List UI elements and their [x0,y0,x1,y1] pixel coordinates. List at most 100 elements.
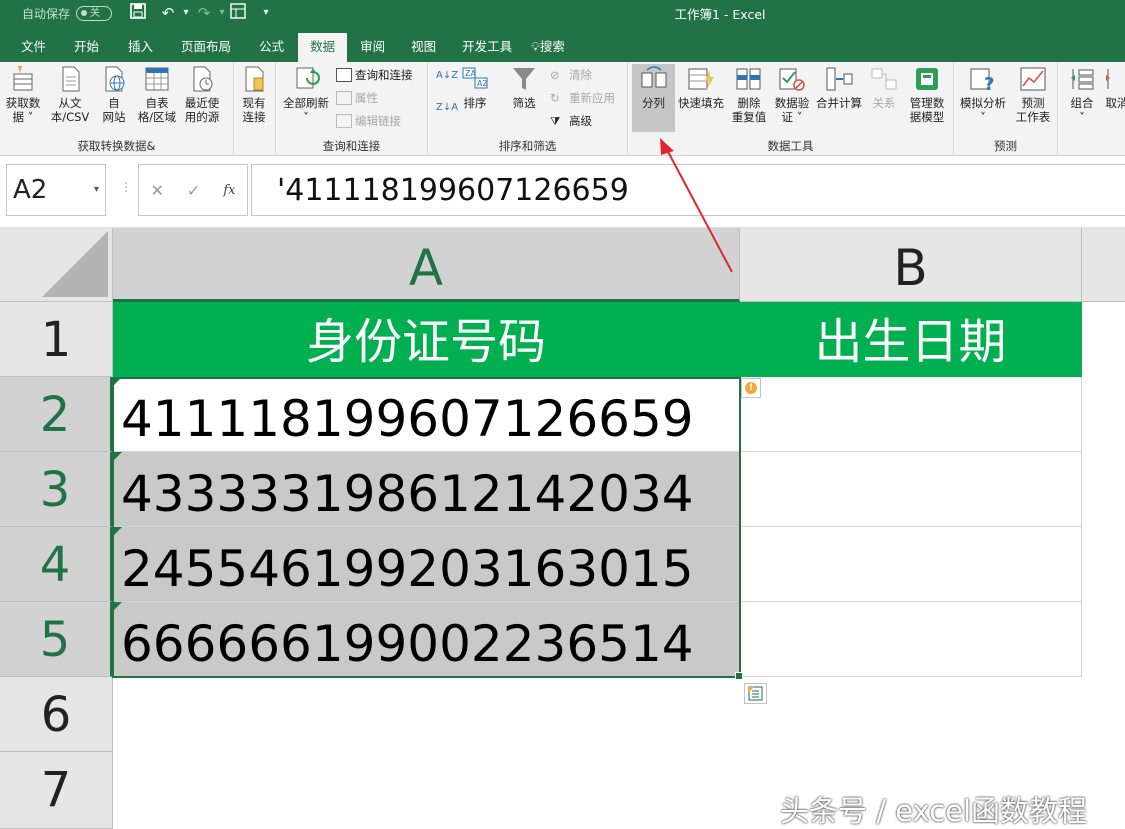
row-header-5[interactable]: 5 [0,602,113,677]
select-all-corner[interactable] [0,228,113,302]
formula-buttons: ✕ ✓ fx [138,164,248,216]
cancel-icon[interactable]: ✕ [151,181,164,200]
from-text-csv-button[interactable]: 从文 本/CSV [48,64,92,124]
tab-page-layout[interactable]: 页面布局 [167,33,245,62]
cell-a3[interactable]: 433333198612142034 [113,452,740,527]
get-data-button[interactable]: 获取数据 ˅ [3,64,43,124]
enter-icon[interactable]: ✓ [187,181,200,200]
edit-links-button[interactable]: 编辑链接 [336,113,401,129]
data-validation-label-2: 证 ˅ [781,110,803,124]
text-to-columns-icon [639,64,669,94]
reapply-button[interactable]: ↻ 重新应用 [550,90,615,106]
tab-developer[interactable]: 开发工具 [449,33,525,62]
group-icon [1067,64,1097,94]
group-label-tools: 数据工具 [767,139,814,153]
text-to-columns-label: 分列 [642,96,665,110]
sort-a-z-icon[interactable]: A↓Z [436,70,458,81]
cell-a5[interactable]: 666666199002236514 [113,602,740,677]
tab-view[interactable]: 视图 [398,33,449,62]
insert-function-icon[interactable]: fx [223,183,235,198]
group-forecast: ? 模拟分析 ˅ 预测 工作表 预测 [954,62,1058,156]
from-web-button[interactable]: 自网站 [96,64,132,124]
formula-bar-grip-icon[interactable]: ⋮ [120,180,132,194]
manage-data-model-button[interactable]: 管理数 据模型 [906,64,948,124]
from-table-label-2: 格/区域 [137,110,177,124]
queries-connections-button[interactable]: 查询和连接 [336,67,413,83]
sort-z-a-icon[interactable]: Z↓A [436,102,458,113]
quick-analysis-button[interactable] [744,683,767,704]
recent-sources-button[interactable]: 最近使 用的源 [180,64,224,124]
ribbon-tabs: 文件 开始 插入 页面布局 公式 数据 审阅 视图 开发工具 💡︎搜索 [0,33,571,62]
ungroup-button[interactable]: 取消 [1102,64,1125,110]
row-header-7[interactable]: 7 [0,752,113,829]
connection-icon [239,64,269,94]
lightbulb-icon: 💡︎ [531,39,540,54]
remove-duplicates-button[interactable]: 删除 重复值 [728,64,770,124]
from-table-range-button[interactable]: 自表 格/区域 [134,64,180,124]
column-header-b[interactable]: B [740,228,1082,302]
tab-formulas[interactable]: 公式 [245,33,298,62]
refresh-all-button[interactable]: 全部刷新 ˅ [280,64,332,124]
cell-a1[interactable]: 身份证号码 [113,302,740,377]
relationships-button[interactable]: 关系 [866,64,902,110]
relationships-icon [869,64,899,94]
ungroup-icon [1102,64,1125,94]
web-icon [99,64,129,94]
consolidate-icon [824,64,854,94]
ungroup-label: 取消 [1105,96,1125,110]
column-header-a[interactable]: A [113,228,740,302]
properties-icon [336,91,352,105]
document-title: 工作簿1 - Excel [674,7,766,22]
tab-home[interactable]: 开始 [59,33,114,62]
row-header-3[interactable]: 3 [0,452,113,527]
group-button[interactable]: 组合 ˅ [1064,64,1100,124]
advanced-filter-icon: ⧩ [550,114,561,128]
error-options-button[interactable]: ! [741,378,761,398]
cell-a3-value: 433333198612142034 [121,465,694,523]
forecast-sheet-button[interactable]: 预测 工作表 [1012,64,1054,124]
properties-button[interactable]: 属性 [336,90,378,106]
filter-button[interactable]: 筛选 [506,64,542,110]
consolidate-label: 合并计算 [816,96,862,110]
what-if-analysis-button[interactable]: ? 模拟分析 ˅ [956,64,1010,124]
cell-b2[interactable] [740,377,1082,452]
cell-a4[interactable]: 245546199203163015 [113,527,740,602]
recent-sources-label-2: 用的源 [184,110,220,124]
name-box-dropdown-icon[interactable]: ▾ [94,165,99,215]
group-data-tools: 分列 快速填充 删除 重复值 数据验证 ˅ 合并计算 关系 管理数 据模型 数据工具 [628,62,954,156]
row-header-1[interactable]: 1 [0,302,113,377]
cell-b3[interactable] [740,452,1082,527]
group-label-get: 获取转换数据& [77,139,156,153]
existing-connections-button[interactable]: 现有 连接 [236,64,272,124]
name-box[interactable]: A2 ▾ [6,164,106,216]
fill-handle[interactable] [735,672,743,680]
column-header-c[interactable] [1082,228,1125,302]
consolidate-button[interactable]: 合并计算 [814,64,864,110]
data-model-label: 管理数 [909,96,945,110]
tell-me-search[interactable]: 💡︎搜索 [525,33,571,62]
tab-review[interactable]: 审阅 [347,33,398,62]
filter-icon [509,64,539,94]
data-validation-label: 数据验 [774,96,810,110]
data-validation-button[interactable]: 数据验证 ˅ [772,64,812,124]
get-data-label: 获取数 [5,96,41,110]
sort-button[interactable]: ZA AZ 排序 [458,64,492,110]
group-outline: 组合 ˅ 取消 [1058,62,1125,156]
row-header-2[interactable]: 2 [0,377,113,452]
tab-data[interactable]: 数据 [298,33,348,62]
text-to-columns-button[interactable]: 分列 [632,64,675,132]
tab-file[interactable]: 文件 [8,33,59,62]
row-header-6[interactable]: 6 [0,677,113,752]
advanced-filter-button[interactable]: ⧩ 高级 [550,113,592,129]
tab-insert[interactable]: 插入 [114,33,167,62]
existing-connections-label: 现有 [242,96,266,110]
cell-a4-value: 245546199203163015 [121,540,694,598]
row-header-4[interactable]: 4 [0,527,113,602]
flash-fill-button[interactable]: 快速填充 [676,64,726,110]
clear-filter-button[interactable]: ⊘ 清除 [550,67,592,83]
cell-b1[interactable]: 出生日期 [740,302,1082,377]
cell-a2[interactable]: 411118199607126659 [113,377,740,452]
formula-input[interactable]: '411118199607126659 [251,164,1125,216]
cell-b5[interactable] [740,602,1082,677]
cell-b4[interactable] [740,527,1082,602]
